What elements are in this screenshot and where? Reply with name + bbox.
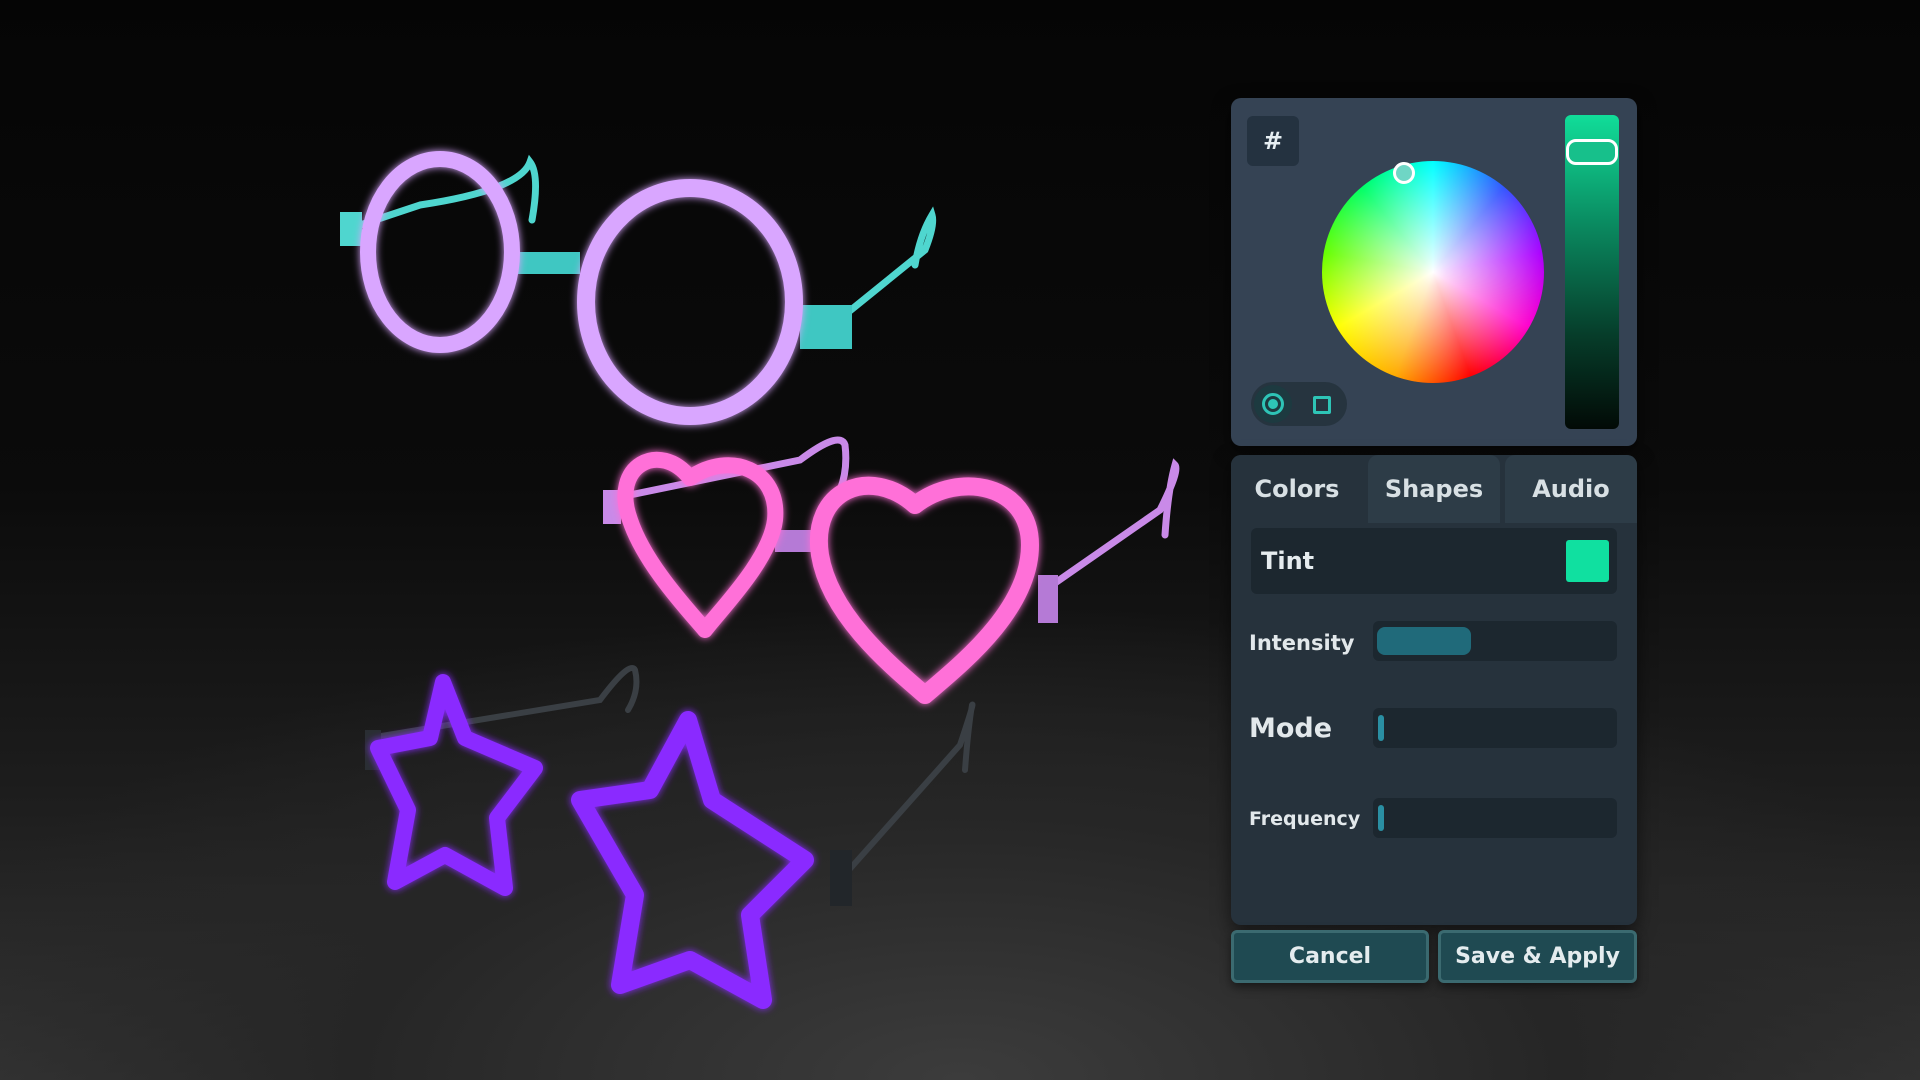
tint-label: Tint bbox=[1261, 547, 1315, 575]
circle-icon[interactable] bbox=[1254, 385, 1292, 423]
intensity-slider[interactable] bbox=[1373, 621, 1617, 661]
star-glasses[interactable] bbox=[365, 665, 976, 1009]
round-glasses[interactable] bbox=[340, 151, 937, 425]
color-picker-panel: # bbox=[1231, 98, 1637, 446]
square-icon[interactable] bbox=[1313, 396, 1331, 414]
brightness-slider[interactable] bbox=[1565, 115, 1619, 429]
color-wheel[interactable] bbox=[1322, 161, 1544, 383]
intensity-slider-fill[interactable] bbox=[1377, 627, 1471, 655]
tint-row[interactable]: Tint bbox=[1251, 528, 1617, 594]
brightness-slider-handle[interactable] bbox=[1566, 139, 1618, 165]
mode-slider[interactable] bbox=[1373, 708, 1617, 748]
tab-audio[interactable]: Audio bbox=[1505, 455, 1637, 523]
color-wheel-cursor[interactable] bbox=[1393, 162, 1415, 184]
save-apply-button[interactable]: Save & Apply bbox=[1438, 930, 1637, 983]
intensity-label: Intensity bbox=[1249, 631, 1355, 655]
frequency-label: Frequency bbox=[1249, 808, 1361, 830]
picker-shape-toggle bbox=[1251, 382, 1347, 426]
tab-shapes[interactable]: Shapes bbox=[1368, 455, 1500, 523]
settings-panel: Colors Shapes Audio Tint Intensity Mode … bbox=[1231, 455, 1637, 925]
tab-colors[interactable]: Colors bbox=[1231, 455, 1363, 523]
mode-label: Mode bbox=[1249, 713, 1333, 744]
hex-input-button[interactable]: # bbox=[1247, 116, 1299, 166]
tint-color-swatch[interactable] bbox=[1566, 540, 1609, 582]
mode-slider-thumb[interactable] bbox=[1378, 715, 1384, 741]
tab-bar: Colors Shapes Audio bbox=[1231, 455, 1637, 523]
frequency-slider[interactable] bbox=[1373, 798, 1617, 838]
heart-glasses[interactable] bbox=[603, 436, 1180, 704]
cancel-button[interactable]: Cancel bbox=[1231, 930, 1429, 983]
frequency-slider-thumb[interactable] bbox=[1378, 805, 1384, 831]
